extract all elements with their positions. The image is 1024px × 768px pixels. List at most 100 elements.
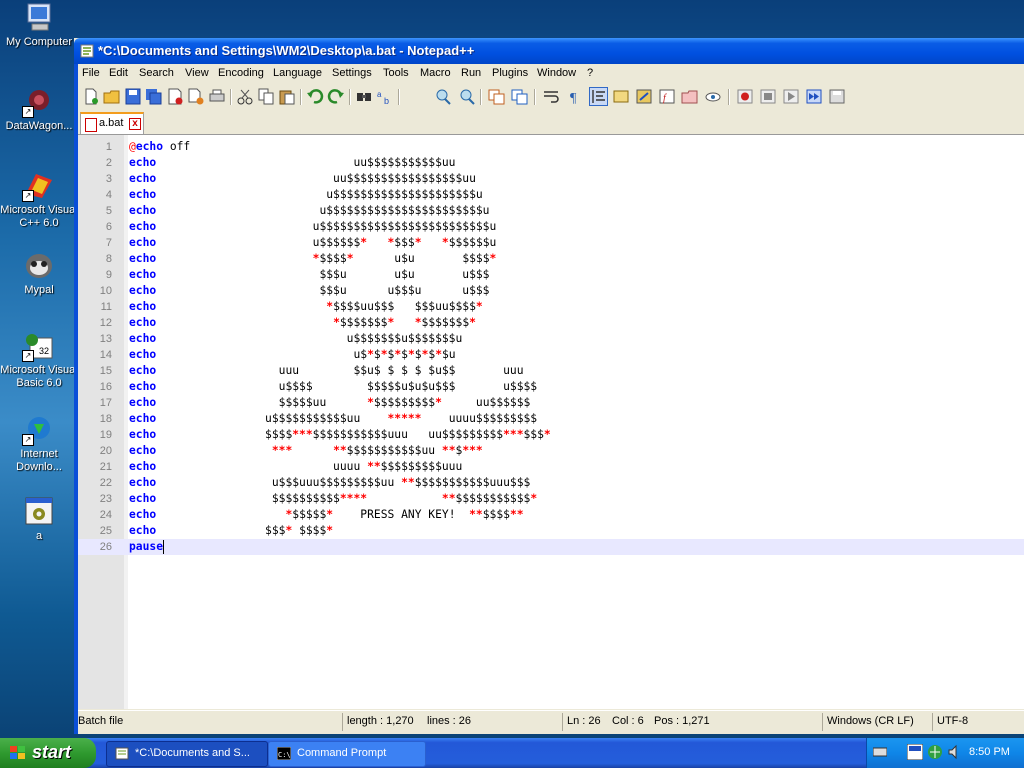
code-line[interactable]: 20 echo *** **$$$$$$$$$$$uu **$***: [78, 443, 1024, 459]
code-line[interactable]: 4 echo u$$$$$$$$$$$$$$$$$$$$$u: [78, 187, 1024, 203]
code-line[interactable]: 19 echo $$$$***$$$$$$$$$$$uuu uu$$$$$$$$$…: [78, 427, 1024, 443]
clock[interactable]: 8:50 PM: [969, 746, 1010, 758]
copy-icon[interactable]: [257, 88, 275, 105]
code-line[interactable]: 25 echo $$$* $$$$*: [78, 523, 1024, 539]
monitoring-icon[interactable]: [704, 88, 722, 105]
code-line[interactable]: 10 echo $$$u u$$$u u$$$: [78, 283, 1024, 299]
desktop-icon-internet-download[interactable]: ↗ Internet Downlo...: [0, 414, 78, 474]
find-icon[interactable]: [355, 88, 373, 105]
keyword-token: echo: [129, 188, 157, 201]
desktop-icon-mypal[interactable]: Mypal: [0, 250, 78, 297]
network-icon[interactable]: [927, 744, 943, 760]
line-number: 23: [99, 493, 112, 505]
status-encoding[interactable]: UTF-8: [937, 715, 968, 727]
status-col: Col : 6: [612, 715, 644, 727]
code-line[interactable]: 26 pause: [78, 539, 1024, 555]
code-line[interactable]: 14 echo u$*$*$*$*$*$*$u: [78, 347, 1024, 363]
desktop-icon-a[interactable]: a: [0, 496, 78, 543]
text-token: $$$$$$$$$$: [156, 492, 340, 505]
run-macro-multiple-icon[interactable]: [805, 88, 823, 105]
save-macro-icon[interactable]: [828, 88, 846, 105]
playback-icon[interactable]: [782, 88, 800, 105]
taskbar-item-command-prompt[interactable]: C:\ Command Prompt: [268, 741, 426, 767]
undo-icon[interactable]: [306, 88, 324, 105]
indent-guide-icon[interactable]: [589, 87, 608, 106]
line-number: 21: [99, 461, 112, 473]
new-file-icon[interactable]: [82, 88, 100, 105]
code-line[interactable]: 23 echo $$$$$$$$$$**** **$$$$$$$$$$$*: [78, 491, 1024, 507]
menu-search[interactable]: Search: [139, 67, 174, 79]
word-wrap-icon[interactable]: [542, 88, 560, 105]
paste-icon[interactable]: [278, 88, 296, 105]
close-all-icon[interactable]: [187, 88, 205, 105]
desktop-icon-my-computer[interactable]: My Computer: [0, 2, 78, 49]
code-line[interactable]: 3 echo uu$$$$$$$$$$$$$$$$$uu: [78, 171, 1024, 187]
menu-macro[interactable]: Macro: [420, 67, 451, 79]
code-line[interactable]: 8 echo *$$$$* u$u $$$$*: [78, 251, 1024, 267]
code-line[interactable]: 18 echo u$$$$$$$$$$$uu ***** uuuu$$$$$$$$…: [78, 411, 1024, 427]
show-all-characters-icon[interactable]: ¶: [566, 88, 584, 106]
menu-settings[interactable]: Settings: [332, 67, 372, 79]
close-icon[interactable]: x: [129, 118, 141, 130]
text-token: $$$$$$$$$$$uuu$$$: [414, 476, 531, 489]
menu-edit[interactable]: Edit: [109, 67, 128, 79]
menu-help[interactable]: ?: [587, 67, 593, 79]
text-token: u$$$$$$$u$$$$$$$u: [156, 332, 463, 345]
start-button[interactable]: start: [0, 738, 96, 768]
stop-recording-icon[interactable]: [759, 88, 777, 105]
status-eol[interactable]: Windows (CR LF): [827, 715, 914, 727]
sync-horizontal-icon[interactable]: [511, 88, 529, 105]
menu-run[interactable]: Run: [461, 67, 481, 79]
document-map-icon[interactable]: [635, 88, 653, 105]
sync-vertical-icon[interactable]: [488, 88, 506, 105]
start-recording-icon[interactable]: [736, 88, 754, 105]
zoom-out-icon[interactable]: [458, 88, 476, 105]
code-line[interactable]: 17 echo $$$$$uu *$$$$$$$$$* uu$$$$$$: [78, 395, 1024, 411]
code-line[interactable]: 22 echo u$$$uuu$$$$$$$$$uu **$$$$$$$$$$$u…: [78, 475, 1024, 491]
code-line[interactable]: 1 @echo off: [78, 139, 1024, 155]
editor[interactable]: 1 @echo off 2 echo uu$$$$$$$$$$$uu 3 echo uu$…: [78, 134, 1024, 709]
code-line[interactable]: 7 echo u$$$$$$* *$$$* *$$$$$$u: [78, 235, 1024, 251]
cut-icon[interactable]: [236, 88, 254, 105]
code-line[interactable]: 2 echo uu$$$$$$$$$$$uu: [78, 155, 1024, 171]
redo-icon[interactable]: [327, 88, 345, 105]
desktop-icon-visual-cpp[interactable]: ↗ Microsoft Visual C++ 6.0: [0, 170, 78, 230]
code-line[interactable]: 16 echo u$$$$ $$$$$u$u$u$$$ u$$$$: [78, 379, 1024, 395]
code-line[interactable]: 11 echo *$$$$uu$$$ $$$uu$$$$*: [78, 299, 1024, 315]
taskbar-item-notepadpp[interactable]: *C:\Documents and S...: [106, 741, 268, 767]
save-icon[interactable]: [124, 88, 142, 105]
volume-icon[interactable]: [947, 744, 963, 760]
menu-tools[interactable]: Tools: [383, 67, 409, 79]
code-line[interactable]: 12 echo *$$$$$$$* *$$$$$$$*: [78, 315, 1024, 331]
code-line[interactable]: 13 echo u$$$$$$$u$$$$$$$u: [78, 331, 1024, 347]
open-file-icon[interactable]: [103, 88, 121, 105]
zoom-in-icon[interactable]: [434, 88, 452, 105]
code-line[interactable]: 5 echo u$$$$$$$$$$$$$$$$$$$$$$$u: [78, 203, 1024, 219]
code-line[interactable]: 15 echo uuu $$u$ $ $ $ $u$$ uuu: [78, 363, 1024, 379]
menu-plugins[interactable]: Plugins: [492, 67, 528, 79]
language-icon[interactable]: [906, 743, 924, 761]
close-file-icon[interactable]: [166, 88, 184, 105]
desktop-icon-visual-basic[interactable]: 32 ↗ Microsoft Visual Basic 6.0: [0, 330, 78, 390]
title-bar[interactable]: *C:\Documents and Settings\WM2\Desktop\a…: [74, 38, 1024, 64]
folder-workspace-icon[interactable]: [681, 88, 699, 105]
code-line[interactable]: 9 echo $$$u u$u u$$$: [78, 267, 1024, 283]
menu-file[interactable]: File: [82, 67, 100, 79]
menu-language[interactable]: Language: [273, 67, 322, 79]
keyboard-icon[interactable]: [872, 746, 888, 758]
code-line[interactable]: 21 echo uuuu **$$$$$$$$$uuu: [78, 459, 1024, 475]
code-line[interactable]: 6 echo u$$$$$$$$$$$$$$$$$$$$$$$$$u: [78, 219, 1024, 235]
menu-window[interactable]: Window: [537, 67, 576, 79]
line-text: echo uu$$$$$$$$$$$uu: [129, 155, 455, 171]
function-list-icon[interactable]: f: [658, 88, 676, 105]
menu-encoding[interactable]: Encoding: [218, 67, 264, 79]
desktop-icon-datawagon[interactable]: ↗ DataWagon...: [0, 86, 78, 133]
user-language-icon[interactable]: [612, 88, 630, 105]
code-line[interactable]: 24 echo *$$$$$* PRESS ANY KEY! **$$$$**: [78, 507, 1024, 523]
print-icon[interactable]: [208, 88, 226, 105]
tab-a-bat[interactable]: a.bat x: [80, 112, 144, 135]
replace-icon[interactable]: ab: [376, 88, 394, 106]
menu-view[interactable]: View: [185, 67, 209, 79]
text-token: uuuu: [156, 460, 368, 473]
save-all-icon[interactable]: [145, 88, 163, 105]
